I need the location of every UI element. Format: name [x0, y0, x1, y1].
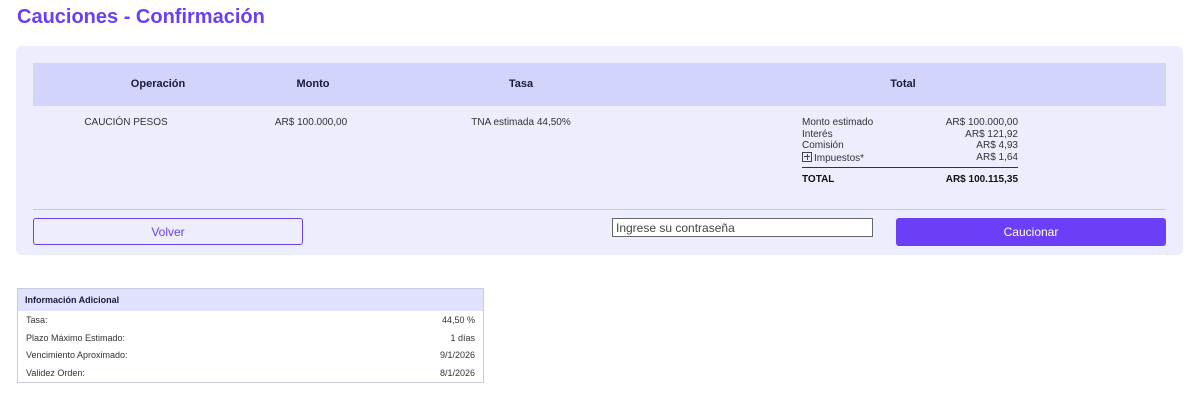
summary-label: Comisión — [802, 140, 844, 151]
cell-monto: AR$ 100.000,00 — [274, 117, 348, 128]
summary-value: AR$ 1,64 — [976, 151, 1018, 163]
summary-value: AR$ 4,93 — [976, 140, 1018, 151]
password-input[interactable] — [612, 218, 873, 237]
summary-divider — [802, 167, 1018, 168]
info-title: Información Adicional — [18, 289, 483, 311]
total-value: AR$ 100.115,35 — [945, 174, 1018, 185]
summary-label: Impuestos* — [802, 151, 865, 165]
actions-divider — [33, 209, 1166, 210]
impuestos-label: Impuestos* — [814, 152, 865, 164]
summary-value: AR$ 100.000,00 — [945, 117, 1018, 128]
info-value: 1 días — [450, 332, 475, 343]
info-value: 9/1/2026 — [439, 350, 475, 360]
total-label: TOTAL — [802, 174, 835, 185]
back-button[interactable]: Volver — [33, 218, 303, 245]
info-value: 8/1/2026 — [439, 367, 475, 378]
info-row: Validez Orden: 8/1/2026 — [18, 365, 483, 383]
info-label: Validez Orden: — [26, 367, 85, 378]
table-header: Operación Monto Tasa Total — [33, 63, 1166, 106]
header-tasa: Tasa — [508, 78, 534, 90]
info-label: Vencimiento Aproximado: — [26, 350, 128, 360]
info-row: Vencimiento Aproximado: 9/1/2026 — [18, 347, 483, 365]
summary-row-monto: Monto estimado AR$ 100.000,00 — [802, 117, 1018, 129]
summary-value: AR$ 121,92 — [965, 128, 1018, 140]
header-monto: Monto — [296, 78, 330, 90]
info-row: Plazo Máximo Estimado: 1 días — [18, 330, 483, 348]
summary-row-interes: Interés AR$ 121,92 — [802, 129, 1018, 141]
info-label: Plazo Máximo Estimado: — [26, 332, 126, 343]
cell-tasa: TNA estimada 44,50% — [471, 117, 571, 128]
plus-box-icon[interactable] — [802, 151, 812, 162]
confirmation-card: Operación Monto Tasa Total CAUCIÓN PESOS… — [16, 46, 1183, 255]
header-operacion: Operación — [130, 78, 186, 90]
info-value: 44,50 % — [441, 315, 475, 325]
summary-row-impuestos: Impuestos* AR$ 1,64 — [802, 151, 1018, 165]
summary-label: Interés — [802, 128, 833, 140]
summary-label: Monto estimado — [802, 117, 874, 128]
total-summary: Monto estimado AR$ 100.000,00 Interés AR… — [802, 117, 1018, 165]
info-row: Tasa: 44,50 % — [18, 312, 483, 330]
page-title: Cauciones - Confirmación — [17, 6, 265, 28]
additional-info-panel: Información Adicional Tasa: 44,50 % Plaz… — [17, 288, 484, 383]
caucionar-button[interactable]: Caucionar — [896, 218, 1166, 246]
header-total: Total — [890, 78, 916, 90]
cell-operacion: CAUCIÓN PESOS — [84, 117, 168, 128]
info-label: Tasa: — [26, 315, 48, 325]
summary-total-row: TOTAL AR$ 100.115,35 — [802, 174, 1018, 186]
summary-row-comision: Comisión AR$ 4,93 — [802, 140, 1018, 152]
